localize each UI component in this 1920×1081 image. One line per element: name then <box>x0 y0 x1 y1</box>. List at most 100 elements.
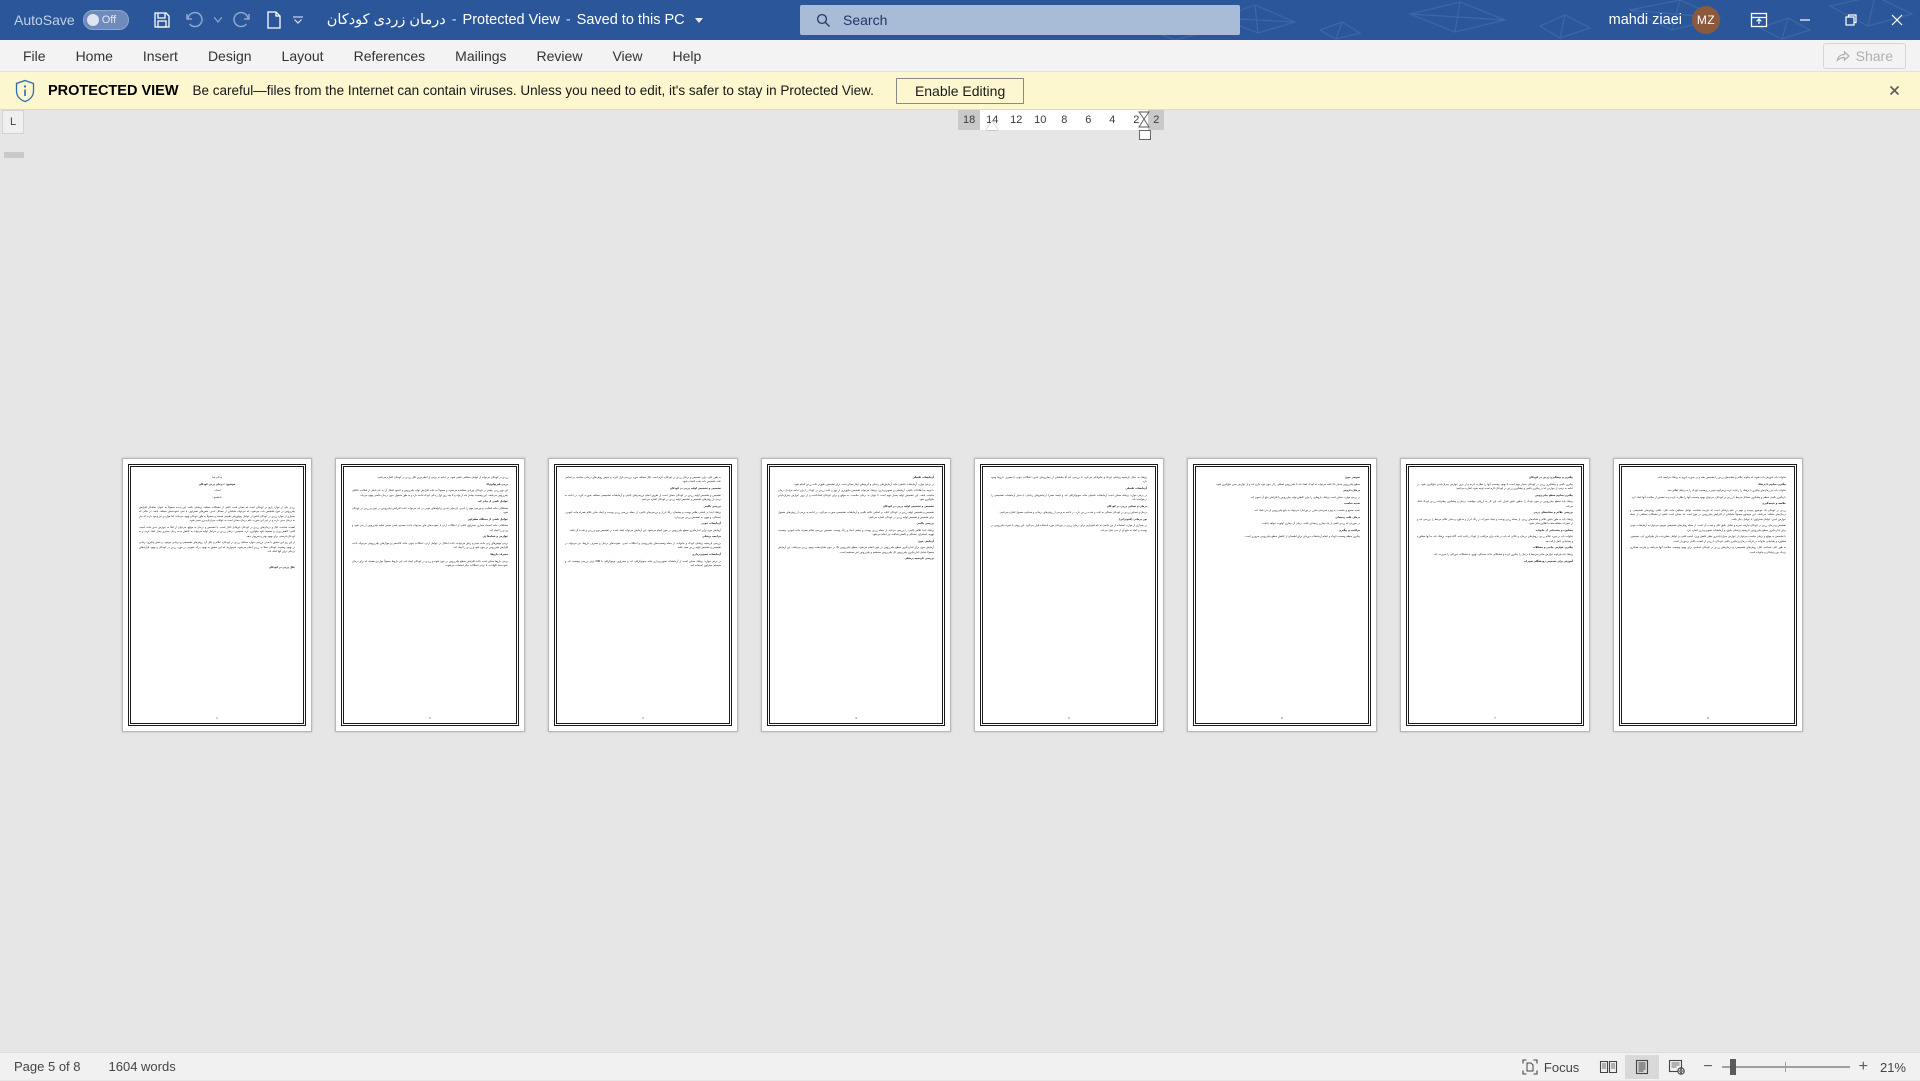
page-paragraph: برخی جهش‌های ژنی مانند سندرم ژیلبر می‌تو… <box>352 542 508 551</box>
document-page[interactable]: خانواده باید آموزش داده شوند که چگونه عل… <box>1613 458 1803 732</box>
page-paragraph: دانشجو : <box>139 496 295 500</box>
autosave-state-label: Off <box>102 14 116 26</box>
page-content-frame: پیگیری و پیشگیری زردی در کودکانپیگیری با… <box>1408 466 1582 724</box>
document-title-area[interactable]: درمان زردی کودکان - Protected View - Sav… <box>327 12 703 28</box>
page-number-status[interactable]: Page 5 of 8 <box>0 1059 95 1074</box>
page-paragraph: به نام خدا <box>139 476 295 480</box>
redo-icon[interactable] <box>227 5 257 35</box>
tab-home[interactable]: Home <box>61 40 128 71</box>
document-page[interactable]: آزمایشات تکمیلیدر برخی موارد، آزمایشات ت… <box>761 458 951 732</box>
document-canvas[interactable]: به نام خداموضوع : درمان زردی کودکاناستاد… <box>0 158 1920 1060</box>
tab-layout[interactable]: Layout <box>267 40 339 71</box>
document-page[interactable]: تعویض خونسطح بیلی‌روبین بسیار بالا باشد … <box>1187 458 1377 732</box>
page-text-body: به نام خداموضوع : درمان زردی کودکاناستاد… <box>139 476 295 570</box>
ruler-row: L 18 14 12 10 8 6 4 2 2 <box>0 110 1920 138</box>
share-icon <box>1836 50 1850 63</box>
page-paragraph: آزمایش خون برای اندازه‌گیری سطح بیلی‌روب… <box>565 529 721 533</box>
share-button: Share <box>1823 43 1906 69</box>
page-text-body: به طور کلی، برای تشخیص و درمان زردی در ک… <box>565 476 721 568</box>
status-bar: Page 5 of 8 1604 words Focus <box>0 1052 1920 1080</box>
document-page[interactable]: پزشک به دنبال تاریخچه پزشکی کودک و خانوا… <box>974 458 1164 732</box>
save-icon[interactable] <box>147 5 177 35</box>
page-paragraph: در برخی موارد، پزشک ممکن است آزمایشات تک… <box>991 494 1147 503</box>
page-paragraph: در صورتی که زردی ناشی از یک بیماری زمینه… <box>1204 522 1360 526</box>
print-layout-icon[interactable] <box>1625 1055 1659 1079</box>
page-paragraph: پیگیری منظم وضعیت کودک و انجام آزمایشات … <box>1204 535 1360 539</box>
tab-help[interactable]: Help <box>658 40 717 71</box>
word-count-status[interactable]: 1604 words <box>95 1059 190 1074</box>
page-paragraph: پزشک به دنبال تاریخچه پزشکی کودک و خانوا… <box>991 476 1147 485</box>
document-page[interactable]: به طور کلی، برای تشخیص و درمان زردی در ک… <box>548 458 738 732</box>
minimize-icon[interactable] <box>1782 0 1828 40</box>
document-name: درمان زردی کودکان <box>327 12 446 28</box>
zoom-slider[interactable] <box>1722 1066 1850 1068</box>
protected-view-bar: PROTECTED VIEW Be careful—files from the… <box>0 72 1920 110</box>
first-line-indent-marker[interactable] <box>986 121 998 130</box>
ribbon-tab-bar: File Home Insert Design Layout Reference… <box>0 40 1920 72</box>
page-paragraph: تغذیه صحیح و مناسب، به ویژه شیردهی مکرر … <box>1204 509 1360 513</box>
page-paragraph: پزشک باید سطح بیلی‌روبین در خون کودک را … <box>1417 500 1573 509</box>
page-paragraph: پزشک ابتدا بر اساس ظاهر پوست و چشمان، رن… <box>565 511 721 520</box>
page-heading: تشخیص و تشخیص اولیه زردی در کودکان <box>778 505 934 509</box>
zoom-in-button[interactable]: + <box>1859 1059 1868 1075</box>
autosave-switch[interactable]: Off <box>83 10 129 30</box>
page-paragraph: به طور کلی، شناخت علل، روش‌های تشخیصی، و… <box>1630 546 1786 555</box>
tab-references[interactable]: References <box>339 40 441 71</box>
page-heading: بررسی تاریخچه پزشکی <box>778 557 934 561</box>
page-heading: مراقبت و پیگیری <box>1204 529 1360 533</box>
page-content-frame: زردی در کودکان می‌تواند از عوامل مختلفی … <box>343 466 517 724</box>
document-page[interactable]: زردی در کودکان می‌تواند از عوامل مختلفی … <box>335 458 525 732</box>
new-document-icon[interactable] <box>259 5 289 35</box>
page-content-frame: تعویض خونسطح بیلی‌روبین بسیار بالا باشد … <box>1195 466 1369 724</box>
zoom-level-label[interactable]: 21% <box>1878 1060 1920 1075</box>
page-paragraph: مشکلاتی مانند فعالیت و بورسی مهم را کبدی… <box>352 507 508 516</box>
undo-dropdown-chevron-down-icon[interactable] <box>211 5 225 35</box>
hanging-indent-marker[interactable] <box>1137 111 1151 129</box>
restore-icon[interactable] <box>1828 0 1874 40</box>
page-heading: خلاصه و نتیجه‌گیری <box>1630 502 1786 506</box>
page-heading: بررسی علائم و نشانه‌های زردی <box>1417 511 1573 515</box>
save-location-chevron-down-icon[interactable] <box>695 18 703 23</box>
autosave-toggle[interactable]: AutoSave Off <box>14 10 129 30</box>
ribbon-display-options-icon[interactable] <box>1736 0 1782 40</box>
document-page[interactable]: به نام خداموضوع : درمان زردی کودکاناستاد… <box>122 458 312 732</box>
page-heading: آزمایشات خونی <box>565 522 721 526</box>
tab-view[interactable]: View <box>597 40 657 71</box>
web-layout-icon[interactable] <box>1659 1055 1693 1079</box>
page-paragraph: با توجه به اطلاعات بالینی، آزمایشی و تصو… <box>778 489 934 502</box>
page-text-body: آزمایشات تکمیلیدر برخی موارد، آزمایشات ت… <box>778 476 934 562</box>
search-input[interactable]: Search <box>800 5 1240 35</box>
zoom-out-button[interactable]: − <box>1703 1059 1712 1075</box>
autosave-label: AutoSave <box>14 12 75 28</box>
page-heading: موضوع : درمان زردی کودکان <box>139 483 295 487</box>
zoom-control[interactable]: − + <box>1693 1059 1878 1075</box>
page-paragraph: به طور کلی، برای تشخیص و درمان زردی در ک… <box>565 476 721 485</box>
avatar[interactable]: MZ <box>1692 6 1720 34</box>
page-heading: درمان علت زمینه‌ای <box>1204 516 1360 520</box>
document-page[interactable]: پیگیری و پیشگیری زردی در کودکانپیگیری با… <box>1400 458 1590 732</box>
close-icon[interactable] <box>1874 0 1920 40</box>
page-footer-number: 5 <box>983 717 1155 720</box>
page-heading: پیگیری مداوم سطح بیلی‌روبین <box>1417 494 1573 498</box>
enable-editing-button[interactable]: Enable Editing <box>896 78 1024 104</box>
tab-file[interactable]: File <box>8 40 61 71</box>
user-name: mahdi ziaei <box>1609 12 1682 28</box>
title-bar-right-controls: mahdi ziaei MZ <box>1609 0 1920 40</box>
tab-stop-selector[interactable]: L <box>2 110 24 134</box>
ruler-margin-left: 18 <box>958 110 980 130</box>
page-heading: پیگیری و پیشگیری زردی در کودکان <box>1417 476 1573 480</box>
tab-mailings[interactable]: Mailings <box>440 40 521 71</box>
undo-icon[interactable] <box>179 5 209 35</box>
tab-design[interactable]: Design <box>193 40 267 71</box>
close-icon[interactable] <box>1886 83 1902 99</box>
customize-quick-access-toolbar-icon[interactable] <box>291 5 305 35</box>
tab-review[interactable]: Review <box>522 40 598 71</box>
left-indent-marker[interactable] <box>1139 130 1151 140</box>
paragraph-spacer <box>991 535 1147 539</box>
shield-info-icon <box>14 79 36 103</box>
focus-mode-button[interactable]: Focus <box>1510 1059 1591 1075</box>
read-mode-icon[interactable] <box>1591 1055 1625 1079</box>
tab-insert[interactable]: Insert <box>128 40 193 71</box>
page-heading: آموزش برای تشخیص زودهنگام تغییرات <box>1417 560 1573 564</box>
zoom-slider-thumb[interactable] <box>1730 1059 1736 1075</box>
